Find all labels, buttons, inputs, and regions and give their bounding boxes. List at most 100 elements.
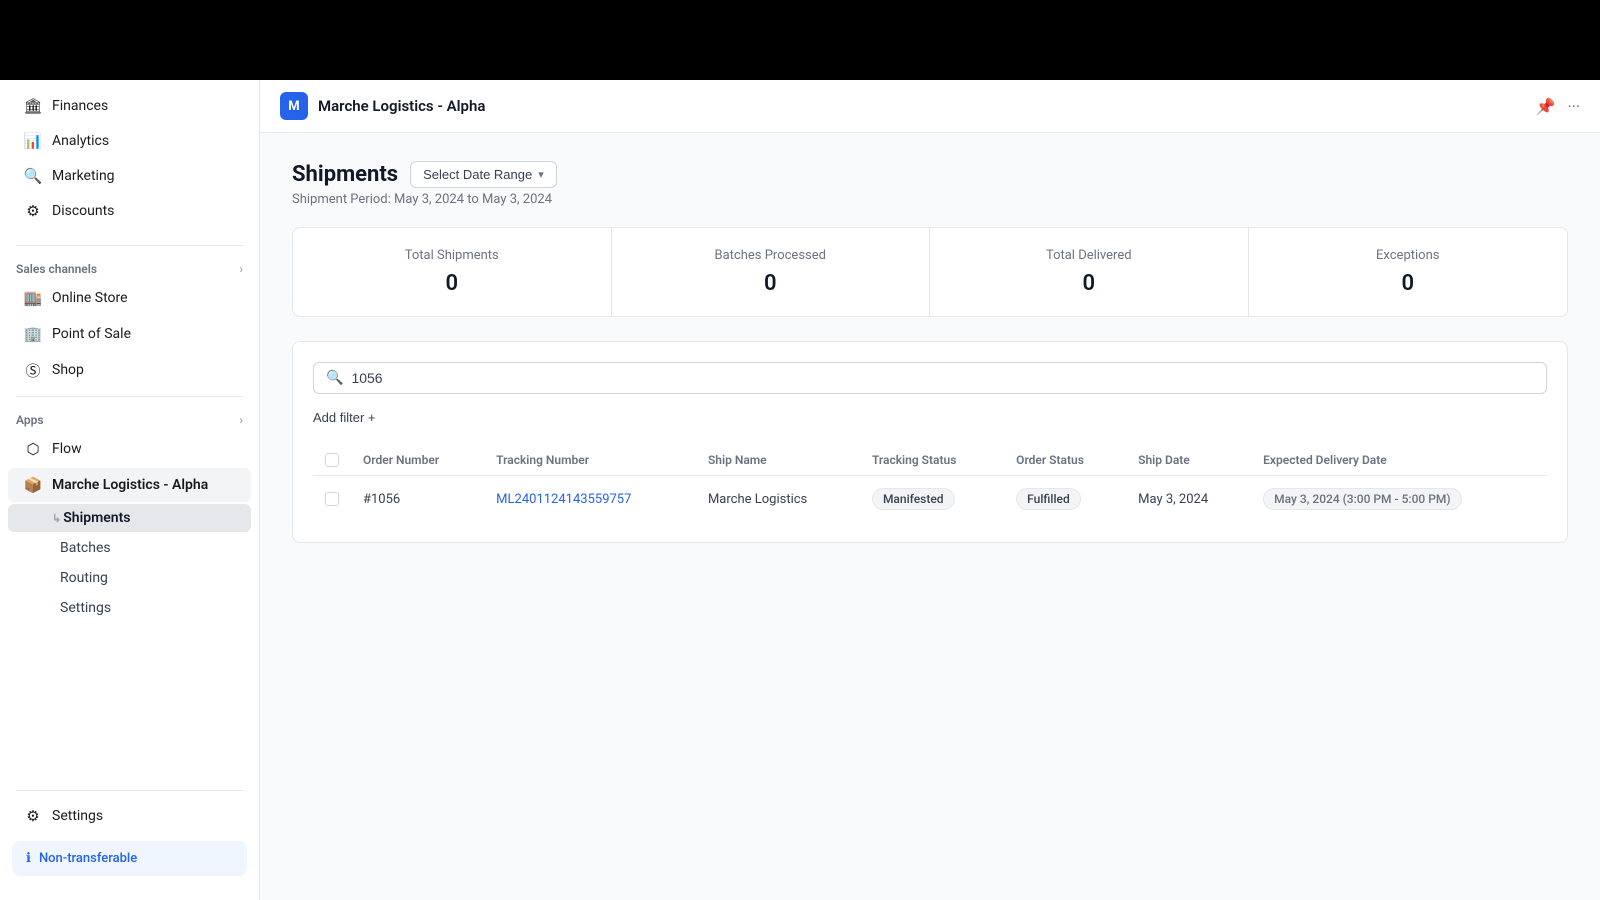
sidebar-discounts-label: Discounts: [52, 203, 114, 219]
sidebar-sub-item-batches[interactable]: Batches: [8, 534, 251, 562]
search-icon: 🔍: [326, 370, 343, 386]
point-of-sale-icon: 🏢: [24, 325, 42, 343]
table-row: #1056 ML2401124143559757 Marche Logistic…: [313, 476, 1547, 523]
marche-icon: 📦: [24, 476, 42, 494]
cell-order-status: Fulfilled: [1004, 476, 1126, 523]
search-bar: 🔍: [313, 362, 1547, 394]
cell-ship-date: May 3, 2024: [1126, 476, 1251, 523]
stat-value-total-shipments: 0: [317, 271, 587, 296]
shipments-table: Order Number Tracking Number Ship Name T…: [313, 445, 1547, 522]
stat-card-total-shipments: Total Shipments 0: [293, 228, 612, 316]
pin-icon[interactable]: 📌: [1536, 97, 1556, 116]
flow-icon: ⬡: [24, 440, 42, 458]
sales-channels-label: Sales channels: [16, 262, 97, 276]
header-ship-date: Ship Date: [1126, 445, 1251, 476]
stat-card-batches-processed: Batches Processed 0: [612, 228, 931, 316]
sidebar-item-analytics[interactable]: 📊 Analytics: [8, 124, 251, 158]
page-body: Shipments Select Date Range ▾ Shipment P…: [260, 133, 1600, 571]
date-range-button[interactable]: Select Date Range ▾: [410, 161, 557, 188]
sidebar-item-flow[interactable]: ⬡ Flow: [8, 432, 251, 466]
sales-channels-chevron: ›: [239, 262, 243, 276]
more-icon[interactable]: ···: [1567, 97, 1580, 116]
stat-label-total-shipments: Total Shipments: [317, 248, 587, 263]
sidebar-shipments-label: Shipments: [63, 510, 130, 526]
header-ship-name: Ship Name: [696, 445, 860, 476]
header-expected-delivery: Expected Delivery Date: [1251, 445, 1547, 476]
header-tracking-number: Tracking Number: [484, 445, 696, 476]
sidebar-marketing-label: Marketing: [52, 168, 115, 184]
expected-delivery-badge: May 3, 2024 (3:00 PM - 5:00 PM): [1263, 488, 1461, 510]
stat-card-exceptions: Exceptions 0: [1249, 228, 1568, 316]
tracking-number-link[interactable]: ML2401124143559757: [496, 492, 631, 507]
stats-grid: Total Shipments 0 Batches Processed 0 To…: [292, 227, 1568, 317]
row-checkbox-cell: [313, 476, 351, 523]
sidebar-item-finances[interactable]: 🏛 Finances: [8, 89, 251, 123]
apps-section: Apps ›: [0, 405, 259, 431]
sub-arrow-icon: ↳: [52, 512, 61, 525]
row-checkbox[interactable]: [325, 492, 339, 506]
shipment-period: Shipment Period: May 3, 2024 to May 3, 2…: [292, 192, 1568, 207]
data-panel: 🔍 Add filter + Order Number Tracking Num…: [292, 341, 1568, 543]
table-body: #1056 ML2401124143559757 Marche Logistic…: [313, 476, 1547, 523]
sidebar-item-discounts[interactable]: ⚙ Discounts: [8, 194, 251, 228]
top-bar: M Marche Logistics - Alpha 📌 ···: [260, 80, 1600, 133]
table-header-row: Order Number Tracking Number Ship Name T…: [313, 445, 1547, 476]
header-order-number: Order Number: [351, 445, 484, 476]
non-transferable-badge: ℹ Non-transferable: [12, 841, 247, 876]
sidebar-marche-label: Marche Logistics - Alpha: [52, 477, 208, 493]
sidebar-item-marketing[interactable]: 🔍 Marketing: [8, 159, 251, 193]
sidebar: 🏛 Finances 📊 Analytics 🔍 Marketing ⚙ Dis…: [0, 80, 260, 900]
sidebar-finances-label: Finances: [52, 98, 108, 114]
search-input[interactable]: [351, 370, 1534, 386]
stat-value-total-delivered: 0: [954, 271, 1224, 296]
top-bar-right: 📌 ···: [1536, 97, 1580, 116]
cell-expected-delivery: May 3, 2024 (3:00 PM - 5:00 PM): [1251, 476, 1547, 523]
sidebar-item-point-of-sale[interactable]: 🏢 Point of Sale: [8, 317, 251, 351]
sidebar-settings-sub-label: Settings: [60, 600, 111, 616]
app-title: Marche Logistics - Alpha: [318, 97, 485, 115]
cell-order-number: #1056: [351, 476, 484, 523]
app-icon: M: [280, 92, 308, 120]
header-tracking-status: Tracking Status: [860, 445, 1004, 476]
sidebar-sub-item-settings[interactable]: Settings: [8, 594, 251, 622]
sidebar-settings-label: Settings: [52, 808, 103, 824]
top-bar-left: M Marche Logistics - Alpha: [280, 92, 485, 120]
sidebar-bottom: ⚙ Settings ℹ Non-transferable: [0, 782, 259, 884]
apps-label: Apps: [16, 413, 44, 427]
order-status-badge: Fulfilled: [1016, 488, 1081, 510]
add-filter-button[interactable]: Add filter +: [313, 406, 376, 429]
stat-value-exceptions: 0: [1273, 271, 1544, 296]
sidebar-item-marche[interactable]: 📦 Marche Logistics - Alpha: [8, 468, 251, 502]
marketing-icon: 🔍: [24, 167, 42, 185]
select-all-checkbox[interactable]: [325, 453, 339, 467]
sidebar-flow-label: Flow: [52, 441, 82, 457]
analytics-icon: 📊: [24, 132, 42, 150]
cell-ship-name: Marche Logistics: [696, 476, 860, 523]
apps-chevron: ›: [239, 413, 243, 427]
stat-label-batches-processed: Batches Processed: [636, 248, 906, 263]
stat-card-total-delivered: Total Delivered 0: [930, 228, 1249, 316]
sidebar-sub-item-shipments[interactable]: ↳ Shipments: [8, 504, 251, 532]
non-transferable-label: Non-transferable: [39, 851, 137, 866]
sidebar-item-settings[interactable]: ⚙ Settings: [8, 799, 251, 833]
sidebar-divider-3: [16, 790, 243, 791]
header-order-status: Order Status: [1004, 445, 1126, 476]
settings-icon: ⚙: [24, 807, 42, 825]
sidebar-divider-1: [16, 245, 243, 246]
sales-channels-section: Sales channels ›: [0, 254, 259, 280]
sidebar-routing-label: Routing: [60, 570, 108, 586]
discounts-icon: ⚙: [24, 202, 42, 220]
header-checkbox-col: [313, 445, 351, 476]
sidebar-sub-item-routing[interactable]: Routing: [8, 564, 251, 592]
stat-label-total-delivered: Total Delivered: [954, 248, 1224, 263]
sidebar-item-online-store[interactable]: 🏬 Online Store: [8, 281, 251, 315]
stat-label-exceptions: Exceptions: [1273, 248, 1544, 263]
sidebar-shop-label: Shop: [52, 362, 84, 378]
sidebar-item-shop[interactable]: Ⓢ Shop: [8, 353, 251, 387]
sidebar-analytics-label: Analytics: [52, 133, 109, 149]
date-range-label: Select Date Range: [423, 167, 532, 182]
sidebar-main-nav: 🏛 Finances 📊 Analytics 🔍 Marketing ⚙ Dis…: [0, 80, 259, 237]
add-filter-label: Add filter +: [313, 410, 376, 425]
table-header: Order Number Tracking Number Ship Name T…: [313, 445, 1547, 476]
tracking-status-badge: Manifested: [872, 488, 955, 510]
